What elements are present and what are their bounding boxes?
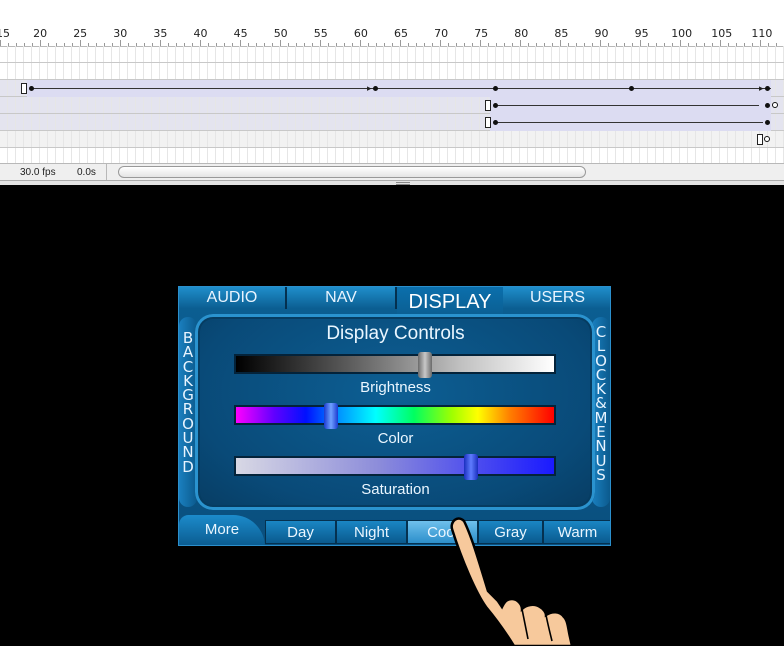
keyframe-dot[interactable] <box>765 120 770 125</box>
track-row[interactable] <box>0 131 784 148</box>
keyframe-marker[interactable] <box>757 134 763 145</box>
frame-number-label: 60 <box>353 27 368 40</box>
keyframe-dot[interactable] <box>765 103 770 108</box>
track-row[interactable] <box>0 97 784 114</box>
background-label[interactable]: BACKGROUND <box>179 330 197 476</box>
track-row[interactable] <box>0 114 784 131</box>
saturation-slider-thumb[interactable] <box>464 454 478 480</box>
color-slider-thumb[interactable] <box>324 403 338 429</box>
keyframe-dot[interactable] <box>29 86 34 91</box>
frame-number-label: 30 <box>113 27 128 40</box>
frame-number-label: 40 <box>193 27 208 40</box>
page-title: Display Controls <box>326 323 465 344</box>
tab-display[interactable]: DISPLAY <box>397 287 503 315</box>
vertical-letter: D <box>182 457 194 476</box>
frame-number-label: 95 <box>634 27 649 40</box>
keyframe-dot[interactable] <box>493 103 498 108</box>
empty-keyframe[interactable] <box>772 102 778 108</box>
keyframe-dot[interactable] <box>493 86 498 91</box>
fps-readout: 30.0 fps <box>20 167 56 178</box>
clock-menus-label[interactable]: C L O C K & M E N U S <box>592 324 610 482</box>
frame-number-label: 110 <box>751 27 773 40</box>
tab-users[interactable]: USERS <box>503 287 610 309</box>
resize-grip-icon[interactable] <box>396 182 410 185</box>
color-label: Color <box>377 430 414 447</box>
divider <box>106 164 107 181</box>
tween-line <box>497 122 763 123</box>
more-button[interactable]: More <box>179 515 265 545</box>
frame-number-label: 45 <box>233 27 248 40</box>
frame-number-label: 75 <box>474 27 489 40</box>
keyframe-dot[interactable] <box>765 86 770 91</box>
tween-arrow-icon: ▸ <box>367 83 372 93</box>
pointing-hand-icon <box>450 517 574 646</box>
frame-number-label: 55 <box>313 27 328 40</box>
preset-night-button[interactable]: Night <box>336 520 407 544</box>
color-slider[interactable] <box>234 403 556 429</box>
frame-number-label: 50 <box>273 27 288 40</box>
brightness-slider-thumb[interactable] <box>418 352 432 378</box>
frame-number-label: 90 <box>594 27 609 40</box>
brightness-slider[interactable] <box>234 352 556 378</box>
frame-number-label: 20 <box>33 27 48 40</box>
keyframe-marker[interactable] <box>21 83 27 94</box>
timeline-tracks: ▸ ▸ <box>0 46 784 163</box>
panel-resize-bar[interactable] <box>0 180 784 185</box>
track-row[interactable]: ▸ ▸ <box>0 80 784 97</box>
track-row[interactable] <box>0 46 784 63</box>
tween-arrow-icon: ▸ <box>759 83 764 93</box>
tween-line <box>33 88 771 89</box>
frame-number-label: 85 <box>554 27 569 40</box>
track-row[interactable] <box>0 63 784 80</box>
keyframe-dot[interactable] <box>629 86 634 91</box>
frame-number-label: 35 <box>153 27 168 40</box>
frame-number-label: 65 <box>394 27 408 40</box>
empty-keyframe[interactable] <box>764 136 770 142</box>
frame-number-label: 100 <box>671 27 693 40</box>
saturation-label: Saturation <box>361 481 430 498</box>
brightness-label: Brightness <box>360 379 431 396</box>
preset-day-button[interactable]: Day <box>265 520 336 544</box>
tab-nav[interactable]: NAV <box>287 287 397 309</box>
track-row[interactable] <box>0 148 784 163</box>
keyframe-marker[interactable] <box>485 100 491 111</box>
keyframe-marker[interactable] <box>485 117 491 128</box>
time-readout: 0.0s <box>77 167 96 178</box>
keyframe-dot[interactable] <box>373 86 378 91</box>
frame-number-label: 105 <box>711 27 733 40</box>
frame-number-label: 25 <box>73 27 88 40</box>
tab-audio[interactable]: AUDIO <box>179 287 287 309</box>
keyframe-dot[interactable] <box>493 120 498 125</box>
saturation-slider[interactable] <box>234 454 556 480</box>
frame-number-label: 70 <box>434 27 449 40</box>
horizontal-scrollbar[interactable] <box>118 166 586 178</box>
frame-ruler[interactable]: 15 20 25 30 35 40 45 50 55 60 65 70 75 80 85 90 95 100 105… <box>0 0 784 47</box>
frame-number-label: 15 <box>0 27 10 40</box>
timeline-panel: 15 20 25 30 35 40 45 50 55 60 65 70 75 80 85 90 95 100 105… <box>0 0 784 185</box>
frame-number-label: 80 <box>514 27 529 40</box>
tween-line <box>497 105 759 106</box>
display-controls-panel: AUDIO NAV DISPLAY USERS BACKGROUND CLOCK… <box>178 286 611 546</box>
